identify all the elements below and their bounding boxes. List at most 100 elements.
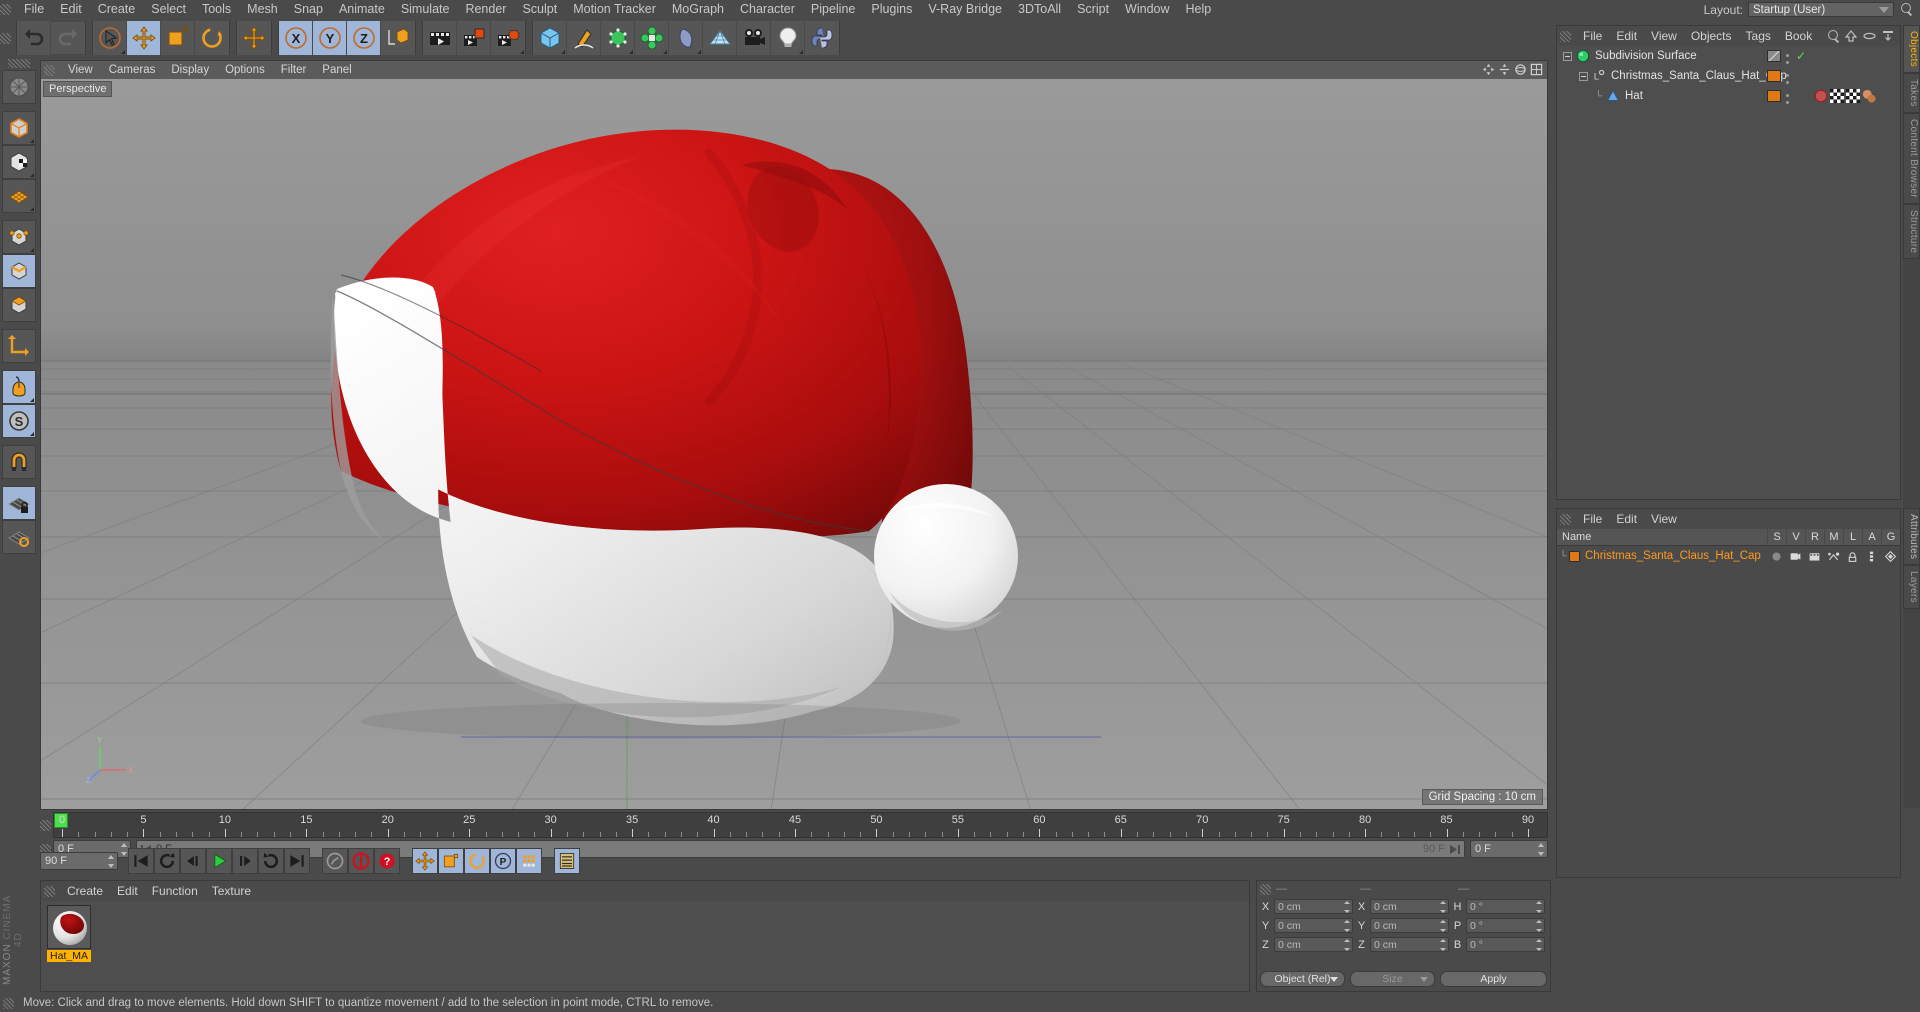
- menu-item-animate[interactable]: Animate: [331, 0, 393, 19]
- play-icon[interactable]: [206, 848, 232, 874]
- menu-item-edit[interactable]: Edit: [52, 0, 90, 19]
- polygon-mode-icon[interactable]: [2, 288, 36, 322]
- layer-column-V[interactable]: V: [1786, 528, 1805, 546]
- layer-flag-a[interactable]: [1862, 546, 1881, 566]
- material-list[interactable]: Hat_MA: [41, 901, 1249, 991]
- axis-y-icon[interactable]: Y: [313, 21, 347, 55]
- move-icon[interactable]: [127, 21, 161, 55]
- visibility-dots[interactable]: [1785, 72, 1790, 86]
- link-icon[interactable]: [1863, 31, 1876, 41]
- material-tag[interactable]: [1814, 89, 1828, 103]
- visibility-dots[interactable]: [1785, 92, 1790, 106]
- layer-column-L[interactable]: L: [1843, 528, 1862, 546]
- vertical-tab-structure[interactable]: Structure: [1903, 203, 1920, 259]
- visibility-check-icon[interactable]: ✓: [1794, 49, 1808, 63]
- layer-flag-l[interactable]: [1843, 546, 1862, 566]
- menu-item-display[interactable]: Display: [163, 61, 217, 79]
- timeline-icon[interactable]: [554, 848, 580, 874]
- object-layer-swatch[interactable]: [1767, 70, 1781, 82]
- menu-item-edit[interactable]: Edit: [1609, 509, 1644, 529]
- uvw-tag[interactable]: [1830, 89, 1844, 103]
- menu-item-view[interactable]: View: [1644, 509, 1684, 529]
- nurbs-icon[interactable]: [601, 21, 635, 55]
- menu-item-edit[interactable]: Edit: [110, 881, 145, 901]
- layer-column-R[interactable]: R: [1805, 528, 1824, 546]
- menu-item-file[interactable]: File: [1576, 509, 1609, 529]
- object-mode-icon[interactable]: [2, 145, 36, 179]
- position-y-input-spinner[interactable]: [1344, 920, 1350, 932]
- texture-mode-icon[interactable]: [2, 179, 36, 213]
- position-z-input[interactable]: 0 cm: [1274, 937, 1353, 952]
- layer-flag-m[interactable]: [1824, 546, 1843, 566]
- layer-flag-s[interactable]: [1767, 546, 1786, 566]
- texture-axis-icon[interactable]: [2, 70, 36, 104]
- python-icon[interactable]: [805, 21, 839, 55]
- rotation-h-input-spinner[interactable]: [1536, 901, 1542, 913]
- axis-x-icon[interactable]: X: [279, 21, 313, 55]
- pla-key-icon[interactable]: [516, 848, 542, 874]
- timeline-ruler[interactable]: 0 5 10 15 20 25 30 35 40 45 50 55 60 65 70 75 80 85 90: [53, 812, 1548, 838]
- layer-row[interactable]: └ Christmas_Santa_Claus_Hat_Cap: [1557, 546, 1900, 566]
- menu-item-cameras[interactable]: Cameras: [101, 61, 164, 79]
- search-icon[interactable]: [1899, 2, 1914, 17]
- layer-column-M[interactable]: M: [1824, 528, 1843, 546]
- keyframe-selection-icon[interactable]: ?: [374, 848, 400, 874]
- rotation-p-input-spinner[interactable]: [1536, 920, 1542, 932]
- redo-icon[interactable]: [51, 21, 85, 55]
- model-mode-icon[interactable]: [2, 111, 36, 145]
- world-object-axis-icon[interactable]: [381, 21, 415, 55]
- menu-item-create[interactable]: Create: [90, 0, 144, 19]
- menu-item-simulate[interactable]: Simulate: [393, 0, 458, 19]
- menu-item-mesh[interactable]: Mesh: [239, 0, 286, 19]
- menu-item-snap[interactable]: Snap: [286, 0, 331, 19]
- menu-item-book[interactable]: Book: [1778, 26, 1819, 46]
- menu-item-file[interactable]: File: [1576, 26, 1609, 46]
- vertical-tab-content-browser[interactable]: Content Browser: [1903, 112, 1920, 204]
- menu-item-objects[interactable]: Objects: [1684, 26, 1739, 46]
- loop-icon[interactable]: [258, 848, 284, 874]
- record-key-icon[interactable]: [348, 848, 374, 874]
- position-x-input-spinner[interactable]: [1344, 901, 1350, 913]
- menu-item-plugins[interactable]: Plugins: [863, 0, 920, 19]
- layers-grip[interactable]: [1560, 513, 1571, 525]
- frame-rate-spinner[interactable]: [108, 855, 115, 868]
- menu-grip[interactable]: [0, 4, 11, 15]
- light-icon[interactable]: [771, 21, 805, 55]
- deformer-icon[interactable]: [669, 21, 703, 55]
- param-key-icon[interactable]: P: [490, 848, 516, 874]
- workplane-icon[interactable]: [2, 520, 36, 554]
- render-view-icon[interactable]: [423, 21, 457, 55]
- position-x-input[interactable]: 0 cm: [1274, 899, 1353, 914]
- status-grip[interactable]: [3, 997, 14, 1009]
- step-back-icon[interactable]: [180, 848, 206, 874]
- rotation-h-input[interactable]: 0 °: [1466, 899, 1545, 914]
- render-region-icon[interactable]: [457, 21, 491, 55]
- menu-item-view[interactable]: View: [1644, 26, 1684, 46]
- layer-flag-g[interactable]: [1881, 546, 1900, 566]
- layer-color-swatch[interactable]: [1569, 550, 1580, 562]
- material-item[interactable]: Hat_MA: [47, 905, 91, 962]
- viewport-grip[interactable]: [44, 64, 55, 76]
- vertical-tab-attributes[interactable]: Attributes: [1903, 508, 1920, 566]
- menu-item-character[interactable]: Character: [732, 0, 803, 19]
- menu-item-panel[interactable]: Panel: [314, 61, 359, 79]
- vertical-tab-objects[interactable]: Objects: [1903, 25, 1920, 74]
- search-icon[interactable]: [1826, 29, 1839, 42]
- rotation-p-input[interactable]: 0 °: [1466, 918, 1545, 933]
- render-settings-icon[interactable]: [491, 21, 525, 55]
- size-z-input-spinner[interactable]: [1440, 939, 1446, 951]
- menu-item-texture[interactable]: Texture: [205, 881, 258, 901]
- object-row[interactable]: └ Hat: [1557, 86, 1900, 106]
- go-to-start-icon[interactable]: [128, 848, 154, 874]
- expand-toggle-icon[interactable]: [1563, 51, 1572, 61]
- expand-toggle-icon[interactable]: [1579, 71, 1588, 81]
- spline-pen-icon[interactable]: [567, 21, 601, 55]
- workplane-lock-icon[interactable]: [2, 486, 36, 520]
- size-y-input-spinner[interactable]: [1440, 920, 1446, 932]
- step-forward-icon[interactable]: [232, 848, 258, 874]
- left-toolbar-grip[interactable]: [8, 59, 30, 68]
- menu-item-v-ray-bridge[interactable]: V-Ray Bridge: [920, 0, 1010, 19]
- position-y-input[interactable]: 0 cm: [1274, 918, 1353, 933]
- autokey-icon[interactable]: [322, 848, 348, 874]
- coordinate-mode-select[interactable]: Object (Rel): [1260, 971, 1345, 987]
